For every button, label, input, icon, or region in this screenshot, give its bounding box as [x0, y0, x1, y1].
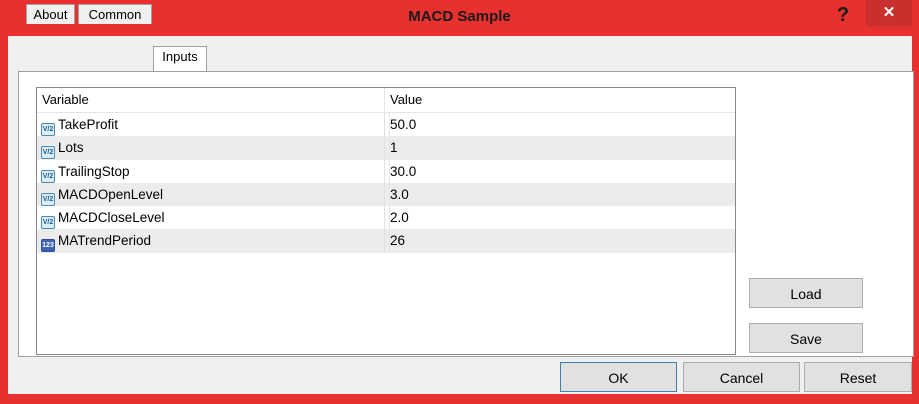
variable-name: MACDCloseLevel	[58, 210, 165, 226]
table-body: V/2 TakeProfit 50.0 V/2 Lots 1 V/2 Trailing…	[37, 113, 735, 253]
column-header-variable[interactable]: Variable	[42, 88, 382, 112]
inputs-table: Variable Value V/2 TakeProfit 50.0 V/2 Lot…	[36, 87, 736, 355]
variable-name: TakeProfit	[58, 117, 119, 132]
variable-cell: V/2 Lots	[41, 136, 84, 160]
table-row[interactable]: V/2 MACDCloseLevel 2.0	[37, 206, 735, 230]
cell-divider	[384, 159, 385, 183]
ok-button[interactable]: OK	[560, 362, 677, 392]
variable-cell: V/2 TakeProfit	[41, 113, 118, 136]
column-divider[interactable]	[384, 88, 385, 112]
value-cell[interactable]: 30.0	[389, 159, 416, 183]
table-row[interactable]: V/2 TakeProfit 50.0	[37, 113, 735, 136]
tab-about[interactable]: About	[26, 4, 75, 24]
load-button[interactable]: Load	[749, 278, 863, 308]
double-type-icon: V/2	[41, 192, 55, 206]
close-icon: ✕	[882, 4, 896, 21]
close-button[interactable]: ✕	[866, 0, 912, 26]
value-cell[interactable]: 3.0	[389, 182, 409, 206]
cell-divider	[384, 182, 385, 206]
variable-cell: 123 MATrendPeriod	[41, 229, 152, 253]
value-cell[interactable]: 26	[389, 229, 405, 253]
value-cell[interactable]: 50.0	[389, 113, 416, 136]
column-header-value[interactable]: Value	[390, 88, 690, 112]
help-icon[interactable]: ?	[832, 4, 854, 26]
table-header: Variable Value	[37, 88, 735, 113]
value-cell[interactable]: 2.0	[389, 206, 409, 230]
cell-divider	[384, 206, 385, 230]
variable-name: TrailingStop	[58, 163, 130, 179]
double-type-icon: V/2	[41, 123, 55, 136]
integer-type-icon: 123	[41, 239, 55, 253]
double-type-icon: V/2	[41, 146, 55, 160]
table-row[interactable]: V/2 Lots 1	[37, 136, 735, 160]
tab-inputs[interactable]: Inputs	[153, 46, 207, 71]
save-button[interactable]: Save	[749, 323, 863, 353]
variable-cell: V/2 MACDCloseLevel	[41, 206, 165, 230]
cancel-button[interactable]: Cancel	[683, 362, 800, 392]
reset-button[interactable]: Reset	[804, 362, 912, 392]
table-row[interactable]: 123 MATrendPeriod 26	[37, 229, 735, 253]
variable-name: Lots	[58, 140, 84, 156]
table-row[interactable]: V/2 MACDOpenLevel 3.0	[37, 182, 735, 207]
cell-divider	[384, 113, 385, 136]
table-row[interactable]: V/2 TrailingStop 30.0	[37, 159, 735, 183]
cell-divider	[384, 136, 385, 160]
variable-name: MATrendPeriod	[58, 233, 152, 249]
double-type-icon: V/2	[41, 216, 55, 230]
variable-cell: V/2 MACDOpenLevel	[41, 183, 163, 206]
tab-common[interactable]: Common	[78, 4, 152, 24]
double-type-icon: V/2	[41, 169, 55, 183]
value-cell[interactable]: 1	[389, 136, 398, 160]
variable-cell: V/2 TrailingStop	[41, 160, 130, 183]
variable-name: MACDOpenLevel	[58, 186, 164, 202]
cell-divider	[384, 229, 385, 253]
